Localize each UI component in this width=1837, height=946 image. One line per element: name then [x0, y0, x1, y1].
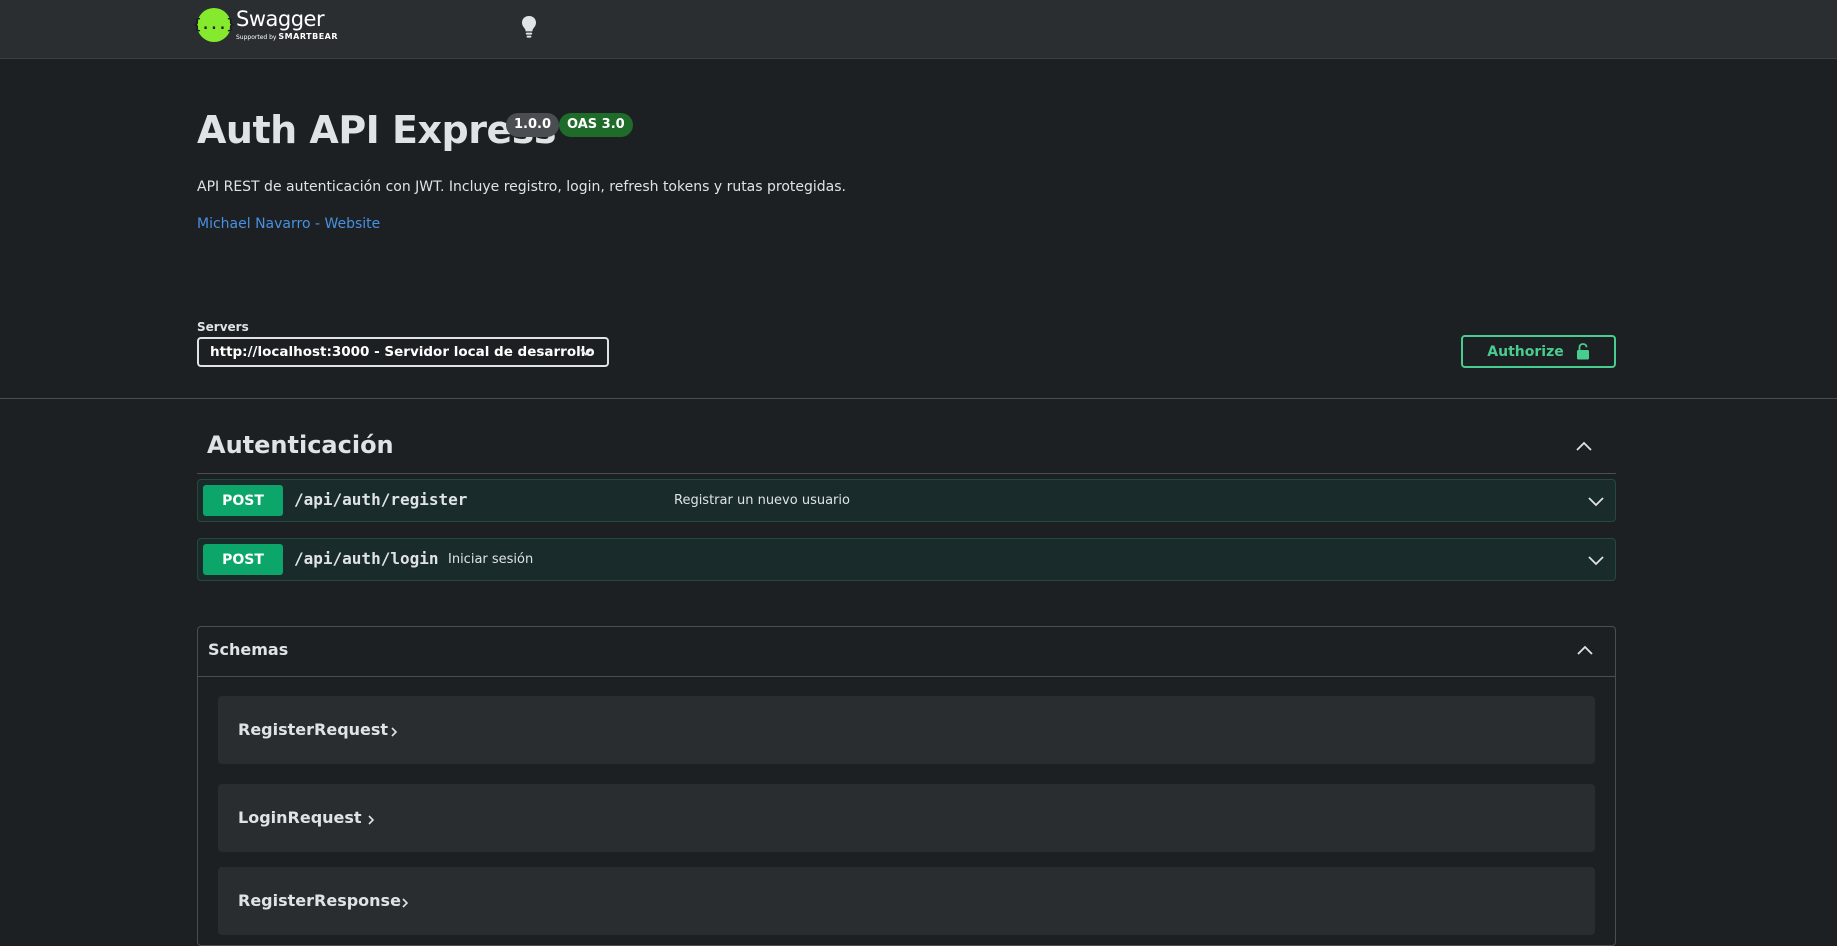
swagger-logo[interactable]: {...} Swagger Supported by SMARTBEAR [193, 7, 339, 42]
operation-post-register[interactable]: POST /api/auth/register Registrar un nue… [197, 479, 1616, 522]
oas-badge: OAS 3.0 [559, 113, 633, 137]
chevron-right-icon [368, 815, 375, 825]
operation-summary: Iniciar sesión [448, 552, 534, 567]
tag-header-autenticacion[interactable]: Autenticación [197, 425, 1616, 474]
authorize-label: Authorize [1487, 343, 1564, 360]
servers-label: Servers [197, 320, 249, 334]
tag-title: Autenticación [207, 431, 394, 459]
chevron-down-icon [580, 348, 592, 356]
chevron-down-icon[interactable] [1587, 551, 1605, 569]
model-name: RegisterRequest [238, 720, 389, 739]
section-divider [0, 398, 1837, 399]
contact-link[interactable]: Michael Navarro - Website [197, 216, 380, 232]
chevron-up-icon[interactable] [1574, 437, 1594, 457]
chevron-down-icon[interactable] [1587, 492, 1605, 510]
operation-summary: Registrar un nuevo usuario [674, 493, 850, 508]
lightbulb-icon[interactable] [520, 14, 538, 40]
schema-model-loginrequest[interactable]: LoginRequest [218, 784, 1595, 852]
swagger-logo-icon: {...} [193, 8, 235, 42]
server-select-value: http://localhost:3000 - Servidor local d… [210, 344, 595, 360]
schemas-header[interactable]: Schemas [198, 627, 1615, 677]
chevron-up-icon[interactable] [1575, 641, 1595, 661]
schemas-section: Schemas RegisterRequest LoginRequest Reg… [197, 626, 1616, 946]
model-name: RegisterResponse [238, 891, 401, 910]
model-name: LoginRequest [238, 808, 362, 827]
unlock-icon [1576, 343, 1589, 360]
version-badge: 1.0.0 [506, 113, 560, 137]
operation-post-login[interactable]: POST /api/auth/login Iniciar sesión [197, 538, 1616, 581]
schemas-title: Schemas [208, 640, 289, 659]
server-select[interactable]: http://localhost:3000 - Servidor local d… [197, 337, 609, 367]
logo-subtitle: Supported by SMARTBEAR [236, 32, 339, 41]
http-method-badge: POST [203, 544, 283, 575]
topbar: {...} Swagger Supported by SMARTBEAR [0, 0, 1837, 59]
operation-path: /api/auth/register [294, 490, 468, 509]
logo-name: Swagger [236, 7, 325, 31]
http-method-badge: POST [203, 485, 283, 516]
page-title: Auth API Express [197, 108, 556, 152]
chevron-right-icon [402, 898, 409, 908]
chevron-right-icon [391, 727, 398, 737]
api-description: API REST de autenticación con JWT. Inclu… [197, 179, 846, 195]
schema-model-registerrequest[interactable]: RegisterRequest [218, 696, 1595, 764]
operation-path: /api/auth/login [294, 549, 439, 568]
authorize-button[interactable]: Authorize [1461, 335, 1616, 368]
